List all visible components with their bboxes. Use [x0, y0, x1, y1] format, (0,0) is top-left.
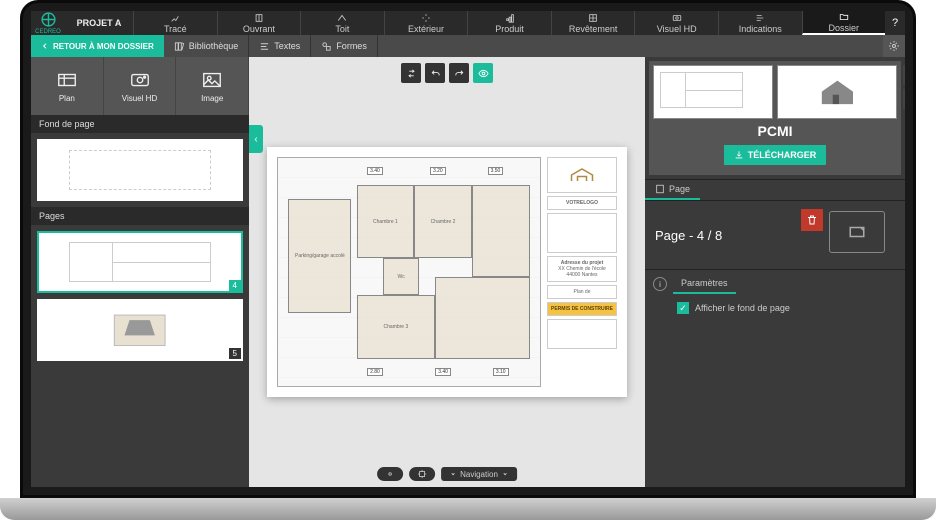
sub-menu-bar: RETOUR À MON DOSSIER Bibliothèque Textes… [31, 35, 905, 57]
top-menu-bar: CEDREO PROJET A Tracé Ouvrant Toit Extér… [31, 11, 905, 35]
canvas-toolbar [401, 63, 493, 83]
show-bg-label: Afficher le fond de page [695, 303, 790, 313]
tab-parametres[interactable]: Paramètres [673, 274, 736, 294]
tool-visibility[interactable] [473, 63, 493, 83]
menu-exterieur[interactable]: Extérieur [384, 11, 468, 35]
page-thumb-4[interactable]: 4 [37, 231, 243, 293]
insert-visuel-hd[interactable]: Visuel HD [104, 57, 177, 115]
dossier-settings-icon[interactable] [903, 65, 905, 85]
room-1: Chambre 1 [357, 185, 415, 258]
checkbox-checked-icon: ✓ [677, 302, 689, 314]
collapse-left-panel[interactable]: ‹ [249, 125, 263, 153]
info-icon[interactable]: i [653, 277, 667, 291]
dossier-delete-icon[interactable] [903, 89, 905, 109]
canvas-status-bar: Navigation [377, 467, 517, 481]
page-number-label: Page - 4 / 8 [655, 228, 722, 243]
menu-indications[interactable]: Indications [718, 11, 802, 35]
sub-formes[interactable]: Formes [311, 35, 378, 57]
sub-bibliotheque[interactable]: Bibliothèque [164, 35, 250, 57]
navigation-pill[interactable]: Navigation [441, 467, 517, 481]
delete-page-button[interactable] [801, 209, 823, 231]
tool-swap[interactable] [401, 63, 421, 83]
room-garage: Parking/garage accolé [288, 199, 351, 313]
tab-page[interactable]: Page [645, 180, 700, 200]
brand-logo: CEDREO [31, 11, 65, 35]
page-orientation-thumb[interactable] [829, 211, 885, 253]
status-visibility[interactable] [377, 467, 403, 481]
page-settings-tabs: i Paramètres [645, 269, 905, 298]
dossier-preview: PCMI TÉLÉCHARGER [649, 61, 901, 175]
right-panel: PCMI TÉLÉCHARGER Pag [645, 57, 905, 487]
canvas-area[interactable]: Parking/garage accolé Chambre 1 Chambre … [249, 57, 645, 487]
help-button[interactable]: ? [885, 11, 905, 35]
page-document: Parking/garage accolé Chambre 1 Chambre … [267, 147, 627, 397]
insert-image[interactable]: Image [176, 57, 249, 115]
project-name: PROJET A [65, 11, 133, 35]
right-tabs: Page [645, 179, 905, 201]
back-button[interactable]: RETOUR À MON DOSSIER [31, 35, 164, 57]
menu-dossier[interactable]: Dossier [802, 11, 886, 35]
show-background-option[interactable]: ✓ Afficher le fond de page [645, 298, 905, 318]
room-corridor [472, 185, 530, 276]
preview-page-2[interactable] [777, 65, 897, 119]
room-living [435, 277, 529, 359]
room-2: Chambre 2 [414, 185, 472, 258]
insert-toolbar: Plan Visuel HD Image [31, 57, 249, 115]
section-fond-de-page: Fond de page [31, 115, 249, 133]
tool-undo[interactable] [425, 63, 445, 83]
sub-textes[interactable]: Textes [249, 35, 311, 57]
room-3: Chambre 3 [357, 295, 436, 359]
room-wc: Wc [383, 258, 420, 294]
settings-icon[interactable] [883, 35, 905, 57]
dossier-title: PCMI [653, 123, 897, 139]
menu-toit[interactable]: Toit [300, 11, 384, 35]
tool-redo[interactable] [449, 63, 469, 83]
insert-plan[interactable]: Plan [31, 57, 104, 115]
menu-visuel-hd[interactable]: Visuel HD [634, 11, 718, 35]
left-panel: Plan Visuel HD Image ‹ Fond de page [31, 57, 249, 487]
bg-template-thumb[interactable] [37, 139, 243, 201]
title-block: VOTRELOGO Adresse du projetXX Chemin de … [547, 157, 617, 387]
status-center[interactable] [409, 467, 435, 481]
menu-trace[interactable]: Tracé [133, 11, 217, 35]
menu-ouvrant[interactable]: Ouvrant [217, 11, 301, 35]
page-thumb-5[interactable]: 5 [37, 299, 243, 361]
preview-page-1[interactable] [653, 65, 773, 119]
menu-produit[interactable]: Produit [467, 11, 551, 35]
menu-revetement[interactable]: Revêtement [551, 11, 635, 35]
section-pages: Pages [31, 207, 249, 225]
floor-plan: Parking/garage accolé Chambre 1 Chambre … [277, 157, 541, 387]
download-button[interactable]: TÉLÉCHARGER [724, 145, 827, 165]
